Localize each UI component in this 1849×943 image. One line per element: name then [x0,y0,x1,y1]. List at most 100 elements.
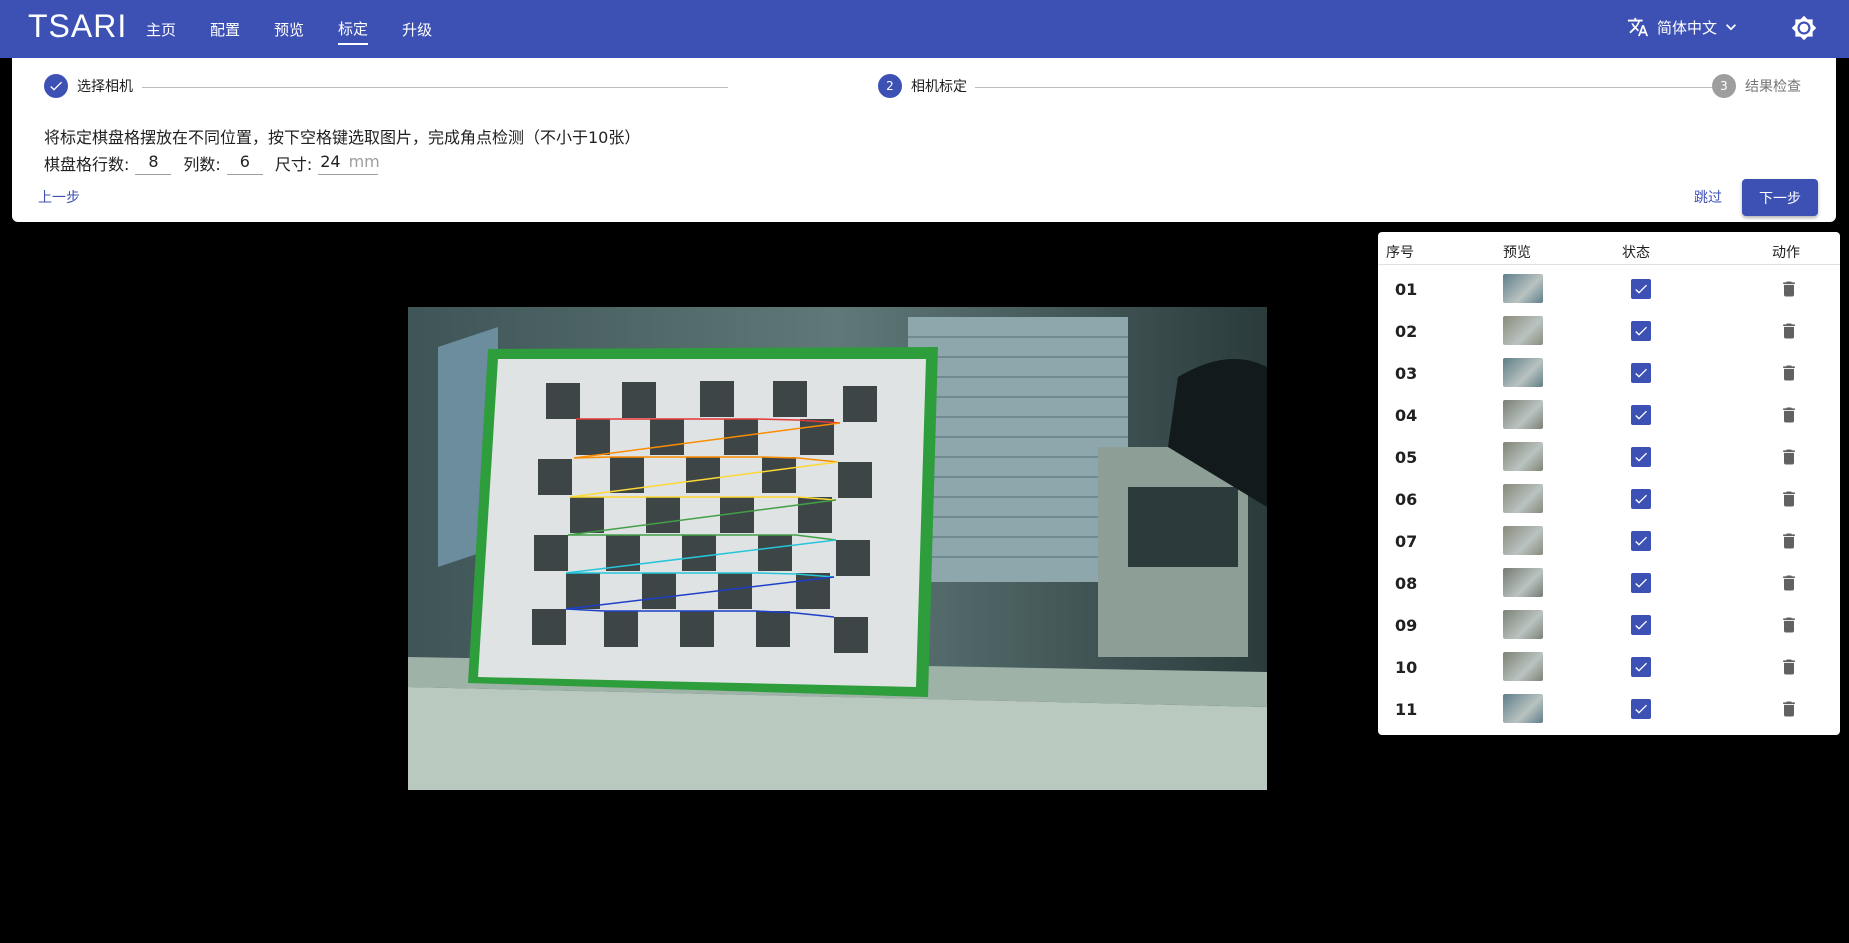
preview-thumbnail[interactable] [1503,568,1543,597]
status-checkbox[interactable] [1631,573,1651,593]
delete-button[interactable] [1779,279,1799,303]
table-row: 01 [1378,268,1840,310]
trash-icon [1783,407,1795,423]
rows-input[interactable] [135,151,172,175]
preview-thumbnail[interactable] [1503,694,1543,723]
trash-icon [1783,449,1795,465]
status-checkbox[interactable] [1631,615,1651,635]
nav-item-home[interactable]: 主页 [146,15,176,44]
step-label: 选择相机 [77,79,133,95]
nav-item-config[interactable]: 配置 [210,15,240,44]
trash-icon [1783,323,1795,339]
trash-icon [1783,617,1795,633]
check-icon [1635,578,1647,588]
status-checkbox[interactable] [1631,699,1651,719]
delete-button[interactable] [1779,573,1799,597]
trash-icon [1783,701,1795,717]
row-index: 10 [1395,658,1418,677]
rows-label: 棋盘格行数: [44,155,130,174]
preview-thumbnail[interactable] [1503,526,1543,555]
row-index: 01 [1395,280,1418,299]
step-connector [142,87,728,88]
table-row: 04 [1378,394,1840,436]
status-checkbox[interactable] [1631,447,1651,467]
delete-button[interactable] [1779,405,1799,429]
table-row: 09 [1378,604,1840,646]
check-icon [1635,368,1647,378]
camera-feed [408,307,1267,790]
preview-thumbnail[interactable] [1503,316,1543,345]
step-number: 3 [1712,74,1736,98]
preview-thumbnail[interactable] [1503,442,1543,471]
status-checkbox[interactable] [1631,321,1651,341]
step-camera-calibration[interactable]: 2 相机标定 [878,74,967,98]
table-row: 06 [1378,478,1840,520]
app-logo: TSARI [28,8,128,44]
nav-item-preview[interactable]: 预览 [274,15,304,44]
step-select-camera[interactable]: 选择相机 [44,74,133,98]
status-checkbox[interactable] [1631,363,1651,383]
delete-button[interactable] [1779,321,1799,345]
chevron-down-icon [1726,24,1736,31]
preview-thumbnail[interactable] [1503,400,1543,429]
trash-icon [1783,533,1795,549]
cols-input[interactable] [226,151,263,175]
next-step-button[interactable]: 下一步 [1742,179,1818,216]
delete-button[interactable] [1779,489,1799,513]
trash-icon [1783,575,1795,591]
table-row: 07 [1378,520,1840,562]
step-result-check[interactable]: 3 结果检查 [1712,74,1801,98]
header-preview: 预览 [1503,245,1531,261]
check-icon [1635,494,1647,504]
row-index: 06 [1395,490,1418,509]
delete-button[interactable] [1779,657,1799,681]
camera-frame-image [408,307,1267,790]
captured-images-table: 序号 预览 状态 动作 01 02 03 04 05 06 07 08 09 10 11 [1378,232,1840,735]
status-checkbox[interactable] [1631,279,1651,299]
header-index: 序号 [1386,245,1414,261]
step-connector [975,87,1712,88]
table-header: 序号 预览 状态 动作 [1378,240,1840,265]
language-selector[interactable]: 简体中文 [1627,16,1749,38]
main-nav: 主页 配置 预览 标定 升级 [146,0,466,58]
table-row: 03 [1378,352,1840,394]
delete-button[interactable] [1779,447,1799,471]
check-icon [1635,410,1647,420]
preview-thumbnail[interactable] [1503,484,1543,513]
prev-step-button[interactable]: 上一步 [38,187,80,207]
check-icon [1635,620,1647,630]
delete-button[interactable] [1779,363,1799,387]
check-icon [44,74,68,98]
header-action: 动作 [1772,245,1800,261]
nav-item-calibration[interactable]: 标定 [338,14,369,45]
check-icon [1635,662,1647,672]
row-index: 08 [1395,574,1418,593]
status-checkbox[interactable] [1631,657,1651,677]
translate-icon [1627,17,1649,37]
preview-thumbnail[interactable] [1503,610,1543,639]
cols-label: 列数: [183,155,221,174]
status-checkbox[interactable] [1631,531,1651,551]
status-checkbox[interactable] [1631,405,1651,425]
trash-icon [1783,365,1795,381]
delete-button[interactable] [1779,615,1799,639]
language-label: 简体中文 [1656,18,1717,37]
status-checkbox[interactable] [1631,489,1651,509]
step-label: 结果检查 [1745,79,1801,95]
skip-button[interactable]: 跳过 [1694,187,1722,207]
preview-thumbnail[interactable] [1503,358,1543,387]
check-icon [1635,536,1647,546]
theme-settings-button[interactable] [1791,15,1817,45]
delete-button[interactable] [1779,531,1799,555]
row-index: 07 [1395,532,1418,551]
table-row: 08 [1378,562,1840,604]
check-icon [1635,284,1647,294]
preview-thumbnail[interactable] [1503,274,1543,303]
delete-button[interactable] [1779,699,1799,723]
table-row: 05 [1378,436,1840,478]
calibration-instruction: 将标定棋盘格摆放在不同位置，按下空格键选取图片，完成角点检测（不小于10张） [44,128,641,147]
check-icon [1635,326,1647,336]
preview-thumbnail[interactable] [1503,652,1543,681]
size-input[interactable]: 24 mm [318,151,380,175]
nav-item-upgrade[interactable]: 升级 [402,15,432,44]
